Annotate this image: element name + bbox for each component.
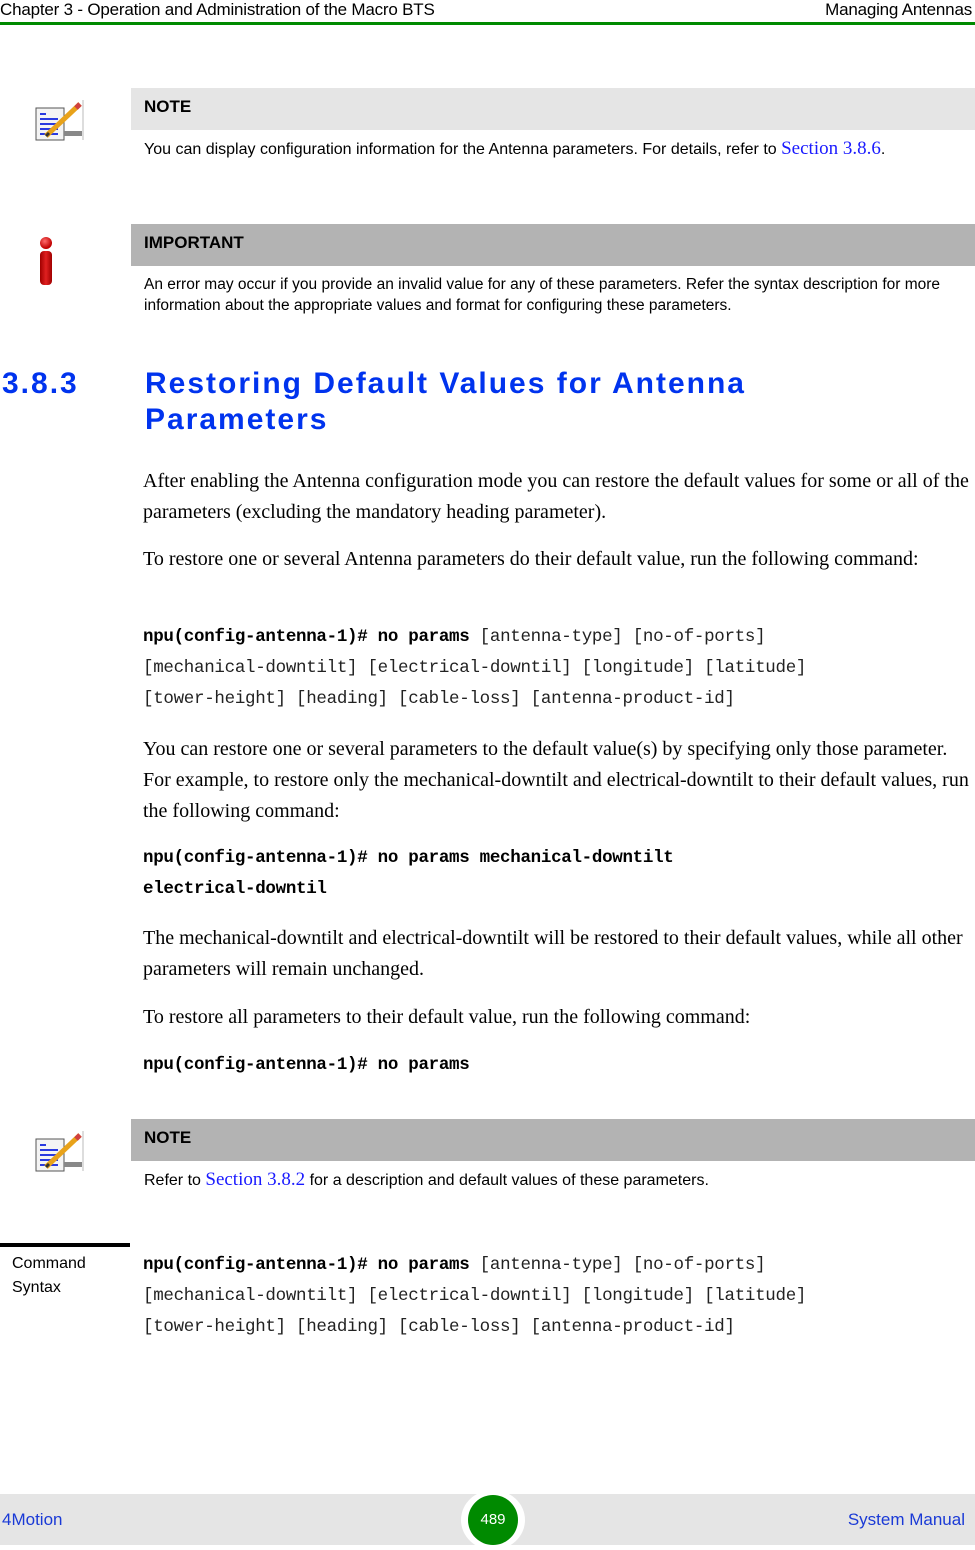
page-header: Chapter 3 - Operation and Administration…	[0, 0, 975, 25]
command-line: npu(config-antenna-1)# no params	[143, 1055, 470, 1075]
page-footer: 4Motion 489 System Manual	[0, 1490, 975, 1550]
command-line: npu(config-antenna-1)# no params [antenn…	[143, 1250, 973, 1281]
section-link[interactable]: Section 3.8.6	[781, 138, 881, 159]
note-pencil-icon	[30, 1131, 90, 1191]
syntax-label-line: Syntax	[12, 1279, 61, 1296]
command-args: [antenna-type] [no-of-ports]	[479, 1255, 766, 1275]
paragraph-result: The mechanical-downtilt and electrical-d…	[143, 927, 963, 980]
page-number-badge: 489	[468, 1495, 518, 1545]
note-title-bar: NOTE	[131, 88, 975, 130]
command-args: [tower-height] [heading] [cable-loss] [a…	[143, 689, 735, 709]
command-block-restore: npu(config-antenna-1)# no params [antenn…	[143, 622, 973, 715]
note-title: NOTE	[144, 97, 192, 116]
note-callout: NOTE You can display configuration infor…	[0, 88, 975, 198]
note-title-bar: NOTE	[131, 1119, 975, 1161]
command-line: npu(config-antenna-1)# no params [antenn…	[143, 622, 973, 653]
important-body: An error may occur if you provide an inv…	[144, 274, 955, 316]
command-args: [mechanical-downtilt] [electrical-downti…	[143, 1286, 807, 1306]
command-syntax-block: npu(config-antenna-1)# no params [antenn…	[143, 1250, 973, 1343]
chapter-title: Chapter 3 - Operation and Administration…	[0, 0, 435, 19]
command-prefix: npu(config-antenna-1)# no params	[143, 1255, 470, 1275]
command-args: [antenna-type] [no-of-ports]	[479, 627, 766, 647]
command-args: [tower-height] [heading] [cable-loss] [a…	[143, 1317, 735, 1337]
note-text: Refer to	[144, 1172, 201, 1189]
paragraph-intro: After enabling the Antenna configuration…	[143, 470, 969, 523]
note-body: You can display configuration informatio…	[144, 138, 955, 160]
note-title: NOTE	[144, 1128, 192, 1147]
command-prefix: npu(config-antenna-1)# no params	[143, 627, 470, 647]
note-pencil-icon	[30, 100, 90, 160]
note-body: Refer to Section 3.8.2 for a description…	[144, 1169, 955, 1191]
command-line: electrical-downtil	[143, 879, 327, 899]
syntax-label: Command Syntax	[12, 1252, 122, 1300]
product-name: 4Motion	[2, 1510, 63, 1529]
section-number: 3.8.3	[2, 367, 79, 400]
note-text-end: for a description and default values of …	[309, 1172, 709, 1189]
command-args: [mechanical-downtilt] [electrical-downti…	[143, 658, 807, 678]
page-number-ring: 489	[461, 1490, 525, 1550]
section-title: Restoring Default Values for Antenna Par…	[145, 367, 746, 436]
important-title-bar: IMPORTANT	[131, 224, 975, 266]
paragraph-restore-all: To restore all parameters to their defau…	[143, 1006, 751, 1028]
syntax-label-line: Command	[12, 1255, 86, 1272]
command-block-all: npu(config-antenna-1)# no params	[143, 1050, 973, 1081]
syntax-divider	[0, 1243, 130, 1247]
paragraph-restore-one: To restore one or several Antenna parame…	[143, 548, 919, 570]
section-name: Managing Antennas	[825, 0, 972, 19]
important-text: An error may occur if you provide an inv…	[144, 276, 941, 314]
section-link[interactable]: Section 3.8.2	[205, 1169, 305, 1190]
note-callout: NOTE Refer to Section 3.8.2 for a descri…	[0, 1119, 975, 1199]
important-info-icon	[30, 234, 90, 294]
command-block-example: npu(config-antenna-1)# no params mechani…	[143, 843, 973, 905]
note-text-end: .	[880, 141, 886, 158]
manual-name: System Manual	[847, 1510, 965, 1529]
important-callout: IMPORTANT An error may occur if you prov…	[0, 224, 975, 344]
command-line: npu(config-antenna-1)# no params mechani…	[143, 848, 674, 868]
important-title: IMPORTANT	[144, 233, 244, 252]
note-text: You can display configuration informatio…	[144, 141, 777, 158]
paragraph-example: You can restore one or several parameter…	[143, 738, 969, 822]
